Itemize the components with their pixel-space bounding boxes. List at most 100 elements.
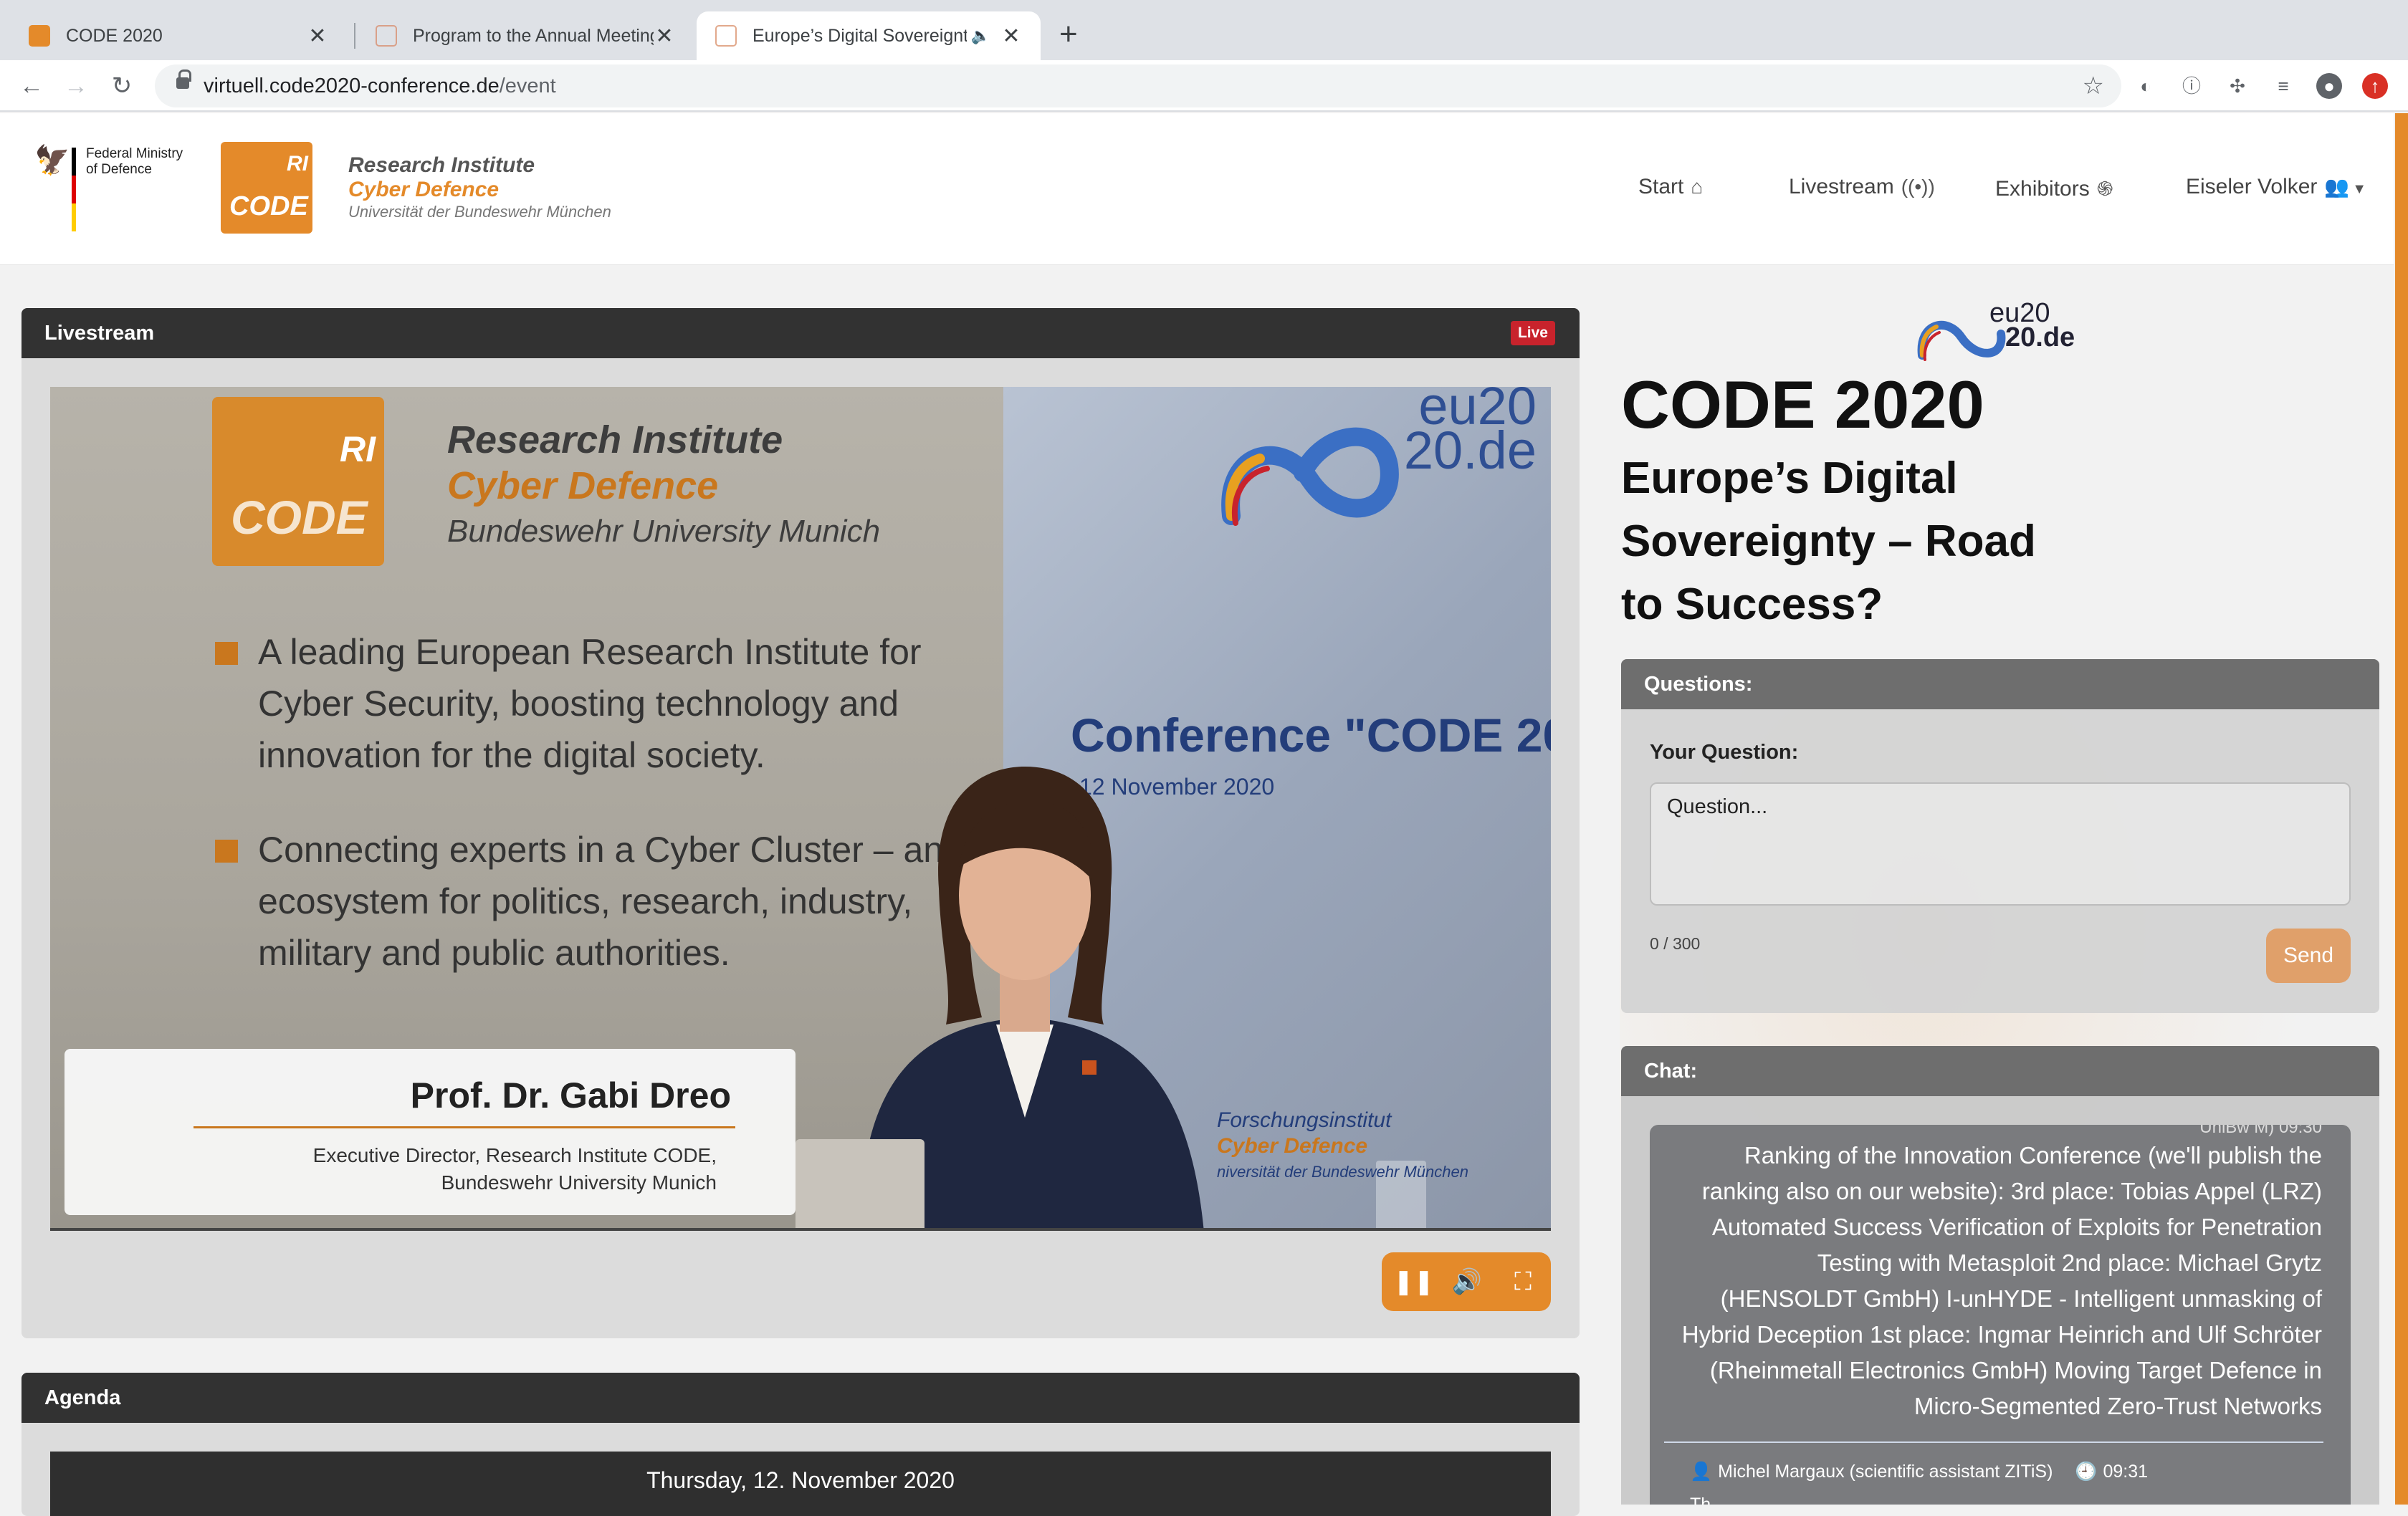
browser-tab-strip: CODE 2020 ✕ Program to the Annual Meetin… xyxy=(0,0,2408,60)
laptop-shape xyxy=(796,1139,924,1228)
video-ri-subtitle: Cyber Defence xyxy=(447,464,719,507)
agenda-header: Agenda xyxy=(22,1373,1580,1423)
live-badge: Live xyxy=(1510,321,1555,345)
questions-header: Questions: xyxy=(1621,659,2379,709)
ri-university: Universität der Bundeswehr München xyxy=(348,203,611,221)
mute-tab-icon[interactable]: 🔈 xyxy=(971,27,990,45)
profile-avatar-icon[interactable]: ● xyxy=(2316,73,2342,99)
video-player[interactable]: RI CODE Research Institute Cyber Defence… xyxy=(50,387,1551,1231)
eu2020-swoosh-icon xyxy=(1221,427,1399,526)
video-ri-university: Bundeswehr University Munich xyxy=(447,514,881,549)
question-char-counter: 0 / 300 xyxy=(1650,934,1701,953)
update-arrow-icon[interactable]: ↑ xyxy=(2362,73,2388,99)
video-code-logo: RI CODE xyxy=(212,397,384,566)
page-scrollbar[interactable] xyxy=(2395,113,2408,1505)
agenda-date-bar[interactable]: Thursday, 12. November 2020 xyxy=(50,1452,1551,1516)
pause-icon[interactable]: ❚❚ xyxy=(1393,1265,1434,1298)
logo-ri-text: RI xyxy=(287,152,308,176)
user-icon: 👤 xyxy=(1690,1462,1713,1482)
nav-livestream-label: Livestream xyxy=(1789,175,1894,198)
questions-card: Questions: Your Question: 0 / 300 Send xyxy=(1621,659,2379,1013)
player-controls: ❚❚ 🔊 ⛶ xyxy=(1382,1252,1551,1311)
program-favicon-icon xyxy=(376,25,397,47)
media-queue-icon[interactable]: ≡ xyxy=(2270,73,2296,99)
questions-title: Questions: xyxy=(1644,673,1753,696)
code-favicon-icon xyxy=(29,25,50,47)
event-favicon-icon xyxy=(715,25,737,47)
federal-eagle-icon: 🦅 xyxy=(34,145,70,176)
nav-exhibitors-label: Exhibitors xyxy=(1995,177,2090,201)
caret-down-icon: ▼ xyxy=(2352,181,2367,197)
chat-messages[interactable]: UniBw M) 09:30 Ranking of the Innovation… xyxy=(1650,1125,2351,1505)
chat-message-text: Ranking of the Innovation Conference (we… xyxy=(1681,1142,2322,1419)
site-header: 🦅 Federal Ministry of Defence RI CODE Re… xyxy=(0,113,2394,265)
chat-author: Michel Margaux (scientific assistant ZIT… xyxy=(1718,1462,2053,1482)
url-text: virtuell.code2020-conference.de/event xyxy=(204,75,556,98)
question-input[interactable] xyxy=(1650,782,2351,906)
nav-user-menu[interactable]: Eiseler Volker 👥 ▼ xyxy=(2186,175,2366,199)
url-host: virtuell.code2020-conference.de xyxy=(204,75,500,97)
fingerprint-icon: ֍ xyxy=(2096,178,2113,200)
nav-start-label: Start xyxy=(1638,175,1684,198)
close-tab-icon[interactable]: ✕ xyxy=(654,24,675,49)
tab-code-2020[interactable]: CODE 2020 ✕ xyxy=(10,11,347,60)
chat-title: Chat: xyxy=(1644,1060,1698,1083)
livestream-header: Livestream Live xyxy=(22,308,1580,358)
bmvg-logo[interactable]: 🦅 Federal Ministry of Defence xyxy=(34,146,185,232)
chat-header: Chat: xyxy=(1621,1046,2379,1096)
code-logo[interactable]: RI CODE xyxy=(221,142,312,234)
users-icon: 👥 xyxy=(2324,176,2350,198)
eu2020-logo[interactable]: eu20 20.de xyxy=(1915,292,2087,370)
chat-time: 09:31 xyxy=(2103,1462,2149,1482)
ri-subtitle: Cyber Defence xyxy=(348,178,500,201)
speaker-role-line1: Executive Director, Research Institute C… xyxy=(312,1144,717,1166)
event-title: CODE 2020 xyxy=(1621,367,1984,442)
reload-icon[interactable]: ↻ xyxy=(106,70,138,102)
video-forschungsinstitut-text: Forschungsinstitut Cyber Defence niversi… xyxy=(1217,1108,1468,1185)
close-tab-icon[interactable]: ✕ xyxy=(307,24,328,49)
video-eu-line2: 20.de xyxy=(1403,421,1537,480)
your-question-label: Your Question: xyxy=(1650,741,1799,764)
tab-program-annual-meeting[interactable]: Program to the Annual Meeting ✕ xyxy=(357,11,694,60)
volume-icon[interactable]: 🔊 xyxy=(1451,1265,1484,1298)
fullscreen-icon[interactable]: ⛶ xyxy=(1506,1265,1539,1298)
agenda-card: Agenda Thursday, 12. November 2020 xyxy=(22,1373,1580,1516)
research-institute-wordmark: Research Institute Cyber Defence Univers… xyxy=(348,153,611,222)
chat-card: Chat: UniBw M) 09:30 Ranking of the Inno… xyxy=(1621,1046,2379,1505)
chat-divider xyxy=(1664,1441,2323,1443)
browser-toolbar: ← → ↻ virtuell.code2020-conference.de/ev… xyxy=(0,60,2408,112)
send-question-button[interactable]: Send xyxy=(2266,929,2351,983)
tab-europes-digital-sovereignty[interactable]: Europe’s Digital Sovereignt 🔈 ✕ xyxy=(697,11,1041,60)
german-flag-stripe xyxy=(72,148,76,232)
nav-exhibitors[interactable]: Exhibitors ֍ xyxy=(1995,175,2113,202)
address-bar[interactable]: virtuell.code2020-conference.de/event ☆ xyxy=(155,64,2121,107)
ministry-name: Federal Ministry of Defence xyxy=(86,146,183,177)
nav-start[interactable]: Start ⌂ xyxy=(1638,175,1703,199)
lock-icon xyxy=(176,69,191,89)
chat-author-line: 👤 Michel Margaux (scientific assistant ZI… xyxy=(1690,1462,2148,1482)
new-tab-button[interactable]: + xyxy=(1059,17,1078,52)
speaker-name: Prof. Dr. Gabi Dreo xyxy=(410,1075,731,1116)
video-logo-ri: RI xyxy=(340,429,376,469)
extension-circle-icon[interactable]: ◐ xyxy=(2133,73,2159,99)
eu2020-logo-text: eu20 20.de xyxy=(1989,298,2075,351)
bullet-square xyxy=(215,642,238,665)
livestream-card: Livestream Live RI CODE Research Institu… xyxy=(22,308,1580,1338)
close-tab-icon[interactable]: ✕ xyxy=(1000,24,1022,49)
speaker-role-line2: Bundeswehr University Munich xyxy=(441,1171,717,1194)
next-message-preview: Th... xyxy=(1690,1495,1726,1505)
bookmark-star-icon[interactable]: ☆ xyxy=(2083,72,2104,100)
forward-arrow-icon[interactable]: → xyxy=(60,70,92,102)
lower-third-rule xyxy=(194,1126,735,1128)
house-icon: ⌂ xyxy=(1691,176,1704,198)
back-arrow-icon[interactable]: ← xyxy=(16,70,47,102)
nav-livestream[interactable]: Livestream ((•)) xyxy=(1789,175,1935,199)
ri-title: Research Institute xyxy=(348,153,535,177)
tab-title: Program to the Annual Meeting xyxy=(413,25,654,46)
logo-code-text: CODE xyxy=(229,191,308,221)
eu-logo-line1: eu20 xyxy=(1989,298,2050,328)
extension-info-icon[interactable]: ⓘ xyxy=(2179,73,2204,99)
video-logo-code: CODE xyxy=(231,491,368,544)
video-ri-title: Research Institute xyxy=(447,418,783,461)
extensions-puzzle-icon[interactable]: ✣ xyxy=(2225,73,2250,99)
